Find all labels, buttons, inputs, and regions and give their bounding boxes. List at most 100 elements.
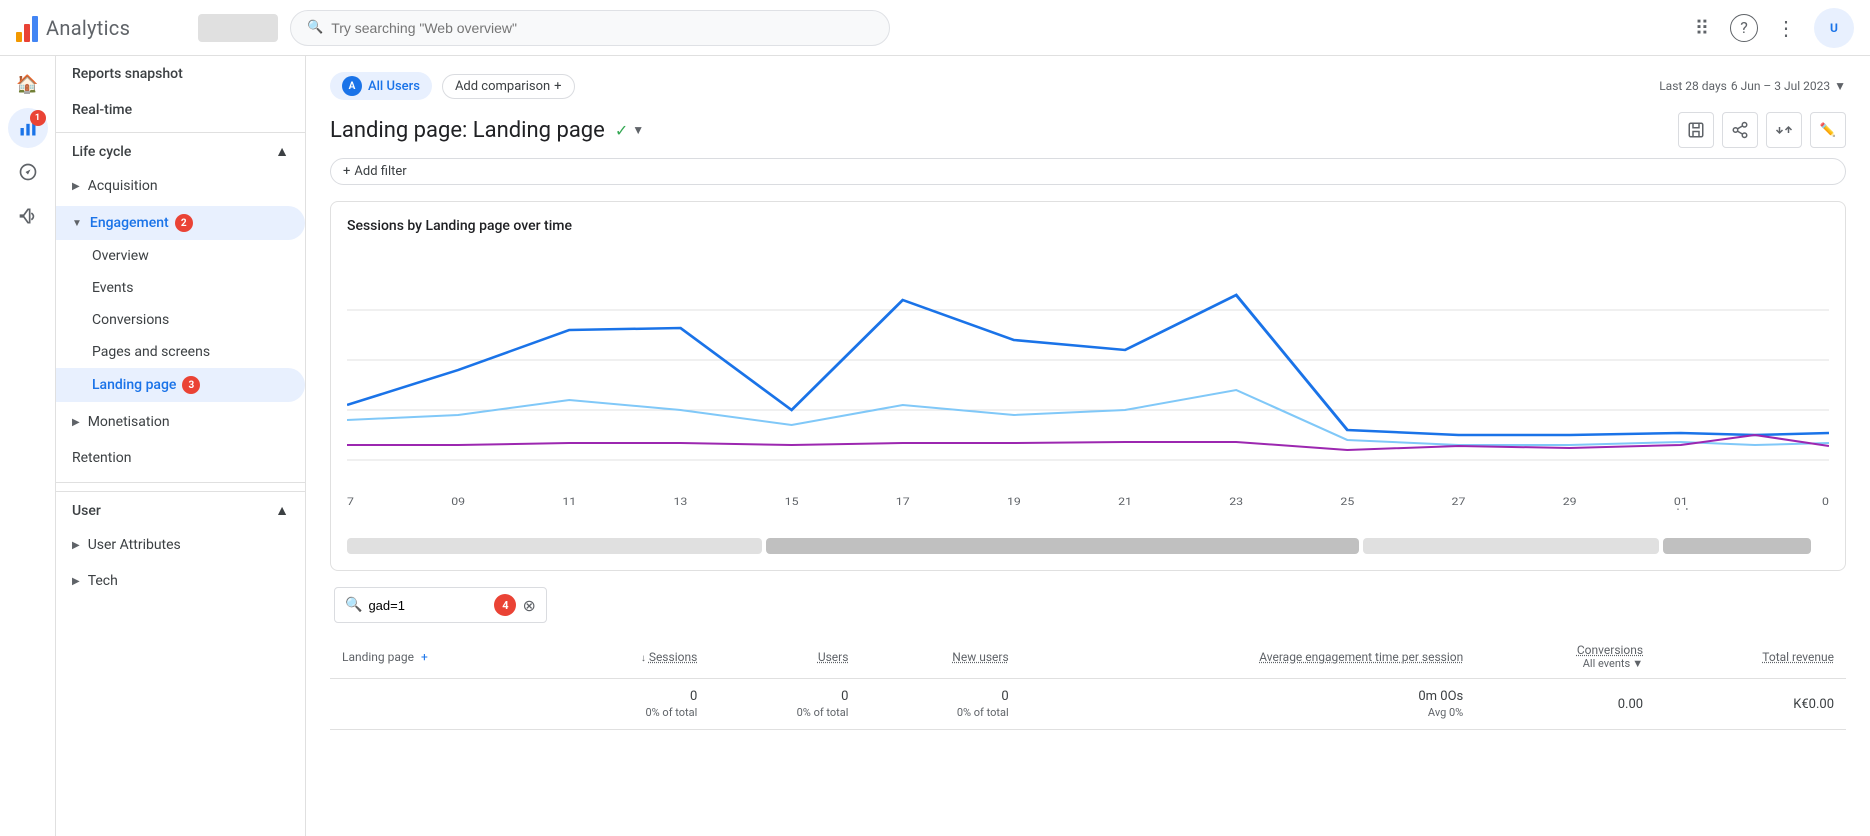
events-label: Events (92, 280, 133, 296)
realtime-label: Real-time (72, 102, 132, 118)
add-comparison-button[interactable]: Add comparison + (442, 74, 575, 99)
th-total-revenue: Total revenue (1655, 635, 1846, 679)
plus-icon: + (554, 79, 561, 94)
user-avatar[interactable]: U (1814, 8, 1854, 48)
nav-conversions[interactable]: Conversions (56, 304, 305, 336)
table-row: 0 0% of total 0 0% of total 0 0% of tota… (330, 679, 1846, 730)
chevron-right-icon-4: ▶ (72, 576, 80, 587)
chevron-down-conversions[interactable]: ▼ (1632, 657, 1643, 670)
main-content: A All Users Add comparison + Last 28 day… (306, 56, 1870, 836)
svg-text:25: 25 (1340, 496, 1354, 508)
engagement-label: Engagement (90, 215, 169, 231)
sidebar-icons: 🏠 1 (0, 56, 56, 836)
page-title-row: Landing page: Landing page ✓ ▼ ✏️ (330, 112, 1846, 148)
more-options-icon[interactable]: ⋮ (1766, 8, 1806, 48)
nav-tech[interactable]: ▶ Tech (56, 565, 305, 597)
sidebar-icon-home[interactable]: 🏠 (8, 64, 48, 104)
reports-snapshot-label: Reports snapshot (72, 66, 183, 82)
chevron-right-icon-3: ▶ (72, 540, 80, 551)
svg-text:23: 23 (1229, 496, 1243, 508)
segment-label: All Users (368, 79, 420, 94)
grid-icon[interactable]: ⠿ (1682, 8, 1722, 48)
monetisation-label: Monetisation (88, 414, 170, 430)
nav-reports-snapshot[interactable]: Reports snapshot (56, 56, 305, 92)
chart-title: Sessions by Landing page over time (347, 218, 1829, 234)
search-input-table[interactable] (368, 598, 488, 613)
title-actions: ✏️ (1678, 112, 1846, 148)
segment-avatar: A (342, 76, 362, 96)
save-report-button[interactable] (1678, 112, 1714, 148)
nav-pages-screens[interactable]: Pages and screens (56, 336, 305, 368)
lifecycle-collapse-icon: ▲ (275, 143, 289, 160)
svg-text:13: 13 (674, 496, 688, 508)
sidebar-icon-advertising[interactable] (8, 196, 48, 236)
plus-icon-filter: + (343, 164, 350, 179)
acquisition-label: Acquisition (88, 178, 158, 194)
clear-search-icon[interactable]: ⊗ (522, 596, 535, 615)
user-section-label: User (72, 503, 101, 519)
edit-button[interactable]: ✏️ (1810, 112, 1846, 148)
chevron-right-icon-2: ▶ (72, 417, 80, 428)
sessions-chart: 07 Jun 09 11 13 15 17 19 21 23 25 27 29 … (347, 250, 1829, 510)
sort-icon-sessions: ↓ (641, 653, 646, 664)
nav-landing-page[interactable]: Landing page 3 (56, 368, 305, 402)
all-users-segment[interactable]: A All Users (330, 72, 432, 100)
cell-total-revenue: K€0.00 (1655, 679, 1846, 730)
help-icon[interactable]: ? (1730, 14, 1758, 42)
conversions-label: Conversions (92, 312, 169, 328)
nav-acquisition[interactable]: ▶ Acquisition (56, 170, 305, 202)
data-table: Landing page + ↓ Sessions Users New user… (330, 635, 1846, 730)
nav-user-attributes[interactable]: ▶ User Attributes (56, 529, 305, 561)
nav-monetisation[interactable]: ▶ Monetisation (56, 406, 305, 438)
search-input[interactable] (331, 20, 873, 36)
svg-text:09: 09 (451, 496, 465, 508)
tech-label: Tech (88, 573, 118, 589)
account-avatar (198, 14, 278, 42)
nav-events[interactable]: Events (56, 272, 305, 304)
add-filter-button[interactable]: + Add filter (330, 158, 1846, 185)
svg-text:11: 11 (562, 496, 576, 508)
conversions-sub-label: All events (1583, 657, 1630, 670)
th-conversions: Conversions All events ▼ (1475, 635, 1655, 679)
landing-page-badge: 3 (182, 376, 200, 394)
logo-icon (16, 14, 38, 42)
cell-avg-engagement: 0m 0Os Avg 0% (1021, 679, 1476, 730)
acquisition-group: ▶ Acquisition (56, 170, 305, 202)
compare-button[interactable] (1766, 112, 1802, 148)
topbar: Analytics 🔍 ⠿ ? ⋮ U (0, 0, 1870, 56)
share-button[interactable] (1722, 112, 1758, 148)
topbar-actions: ⠿ ? ⋮ U (1682, 8, 1854, 48)
cell-landing-page (330, 679, 549, 730)
search-icon: 🔍 (307, 20, 323, 35)
th-avg-engagement: Average engagement time per session (1021, 635, 1476, 679)
nav-retention[interactable]: Retention (56, 442, 305, 474)
nav-engagement[interactable]: ▼ Engagement 2 (56, 206, 305, 240)
tech-group: ▶ Tech (56, 565, 305, 597)
table-header-row: Landing page + ↓ Sessions Users New user… (330, 635, 1846, 679)
sidebar-icon-explore[interactable] (8, 152, 48, 192)
search-bar[interactable]: 🔍 (290, 10, 890, 46)
chart-scrollbar[interactable] (347, 538, 1829, 554)
title-status[interactable]: ✓ ▼ (615, 121, 644, 140)
nav-realtime[interactable]: Real-time (56, 92, 305, 128)
engagement-group: ▼ Engagement 2 Overview Events Conversio… (56, 206, 305, 402)
app-logo: Analytics (16, 14, 186, 42)
cell-sessions: 0 0% of total (549, 679, 709, 730)
date-range-selector[interactable]: Last 28 days 6 Jun – 3 Jul 2023 ▼ (1659, 79, 1846, 93)
table-search[interactable]: 🔍 4 ⊗ (334, 587, 547, 623)
chevron-right-icon: ▶ (72, 181, 80, 192)
svg-text:Jun: Jun (347, 508, 356, 510)
chart-area: 07 Jun 09 11 13 15 17 19 21 23 25 27 29 … (347, 250, 1829, 530)
lifecycle-section-header[interactable]: Life cycle ▲ (56, 132, 305, 170)
sidebar-icon-reports[interactable]: 1 (8, 108, 48, 148)
user-section-collapse-icon: ▲ (275, 502, 289, 519)
app-title: Analytics (46, 16, 130, 40)
user-section-header[interactable]: User ▲ (56, 491, 305, 529)
subheader-row: A All Users Add comparison + Last 28 day… (330, 72, 1846, 100)
green-check-icon: ✓ (615, 121, 628, 140)
pages-screens-label: Pages and screens (92, 344, 210, 360)
title-dropdown-icon: ▼ (632, 123, 644, 137)
nav-overview[interactable]: Overview (56, 240, 305, 272)
page-title: Landing page: Landing page (330, 118, 605, 143)
add-column-icon[interactable]: + (421, 650, 428, 664)
